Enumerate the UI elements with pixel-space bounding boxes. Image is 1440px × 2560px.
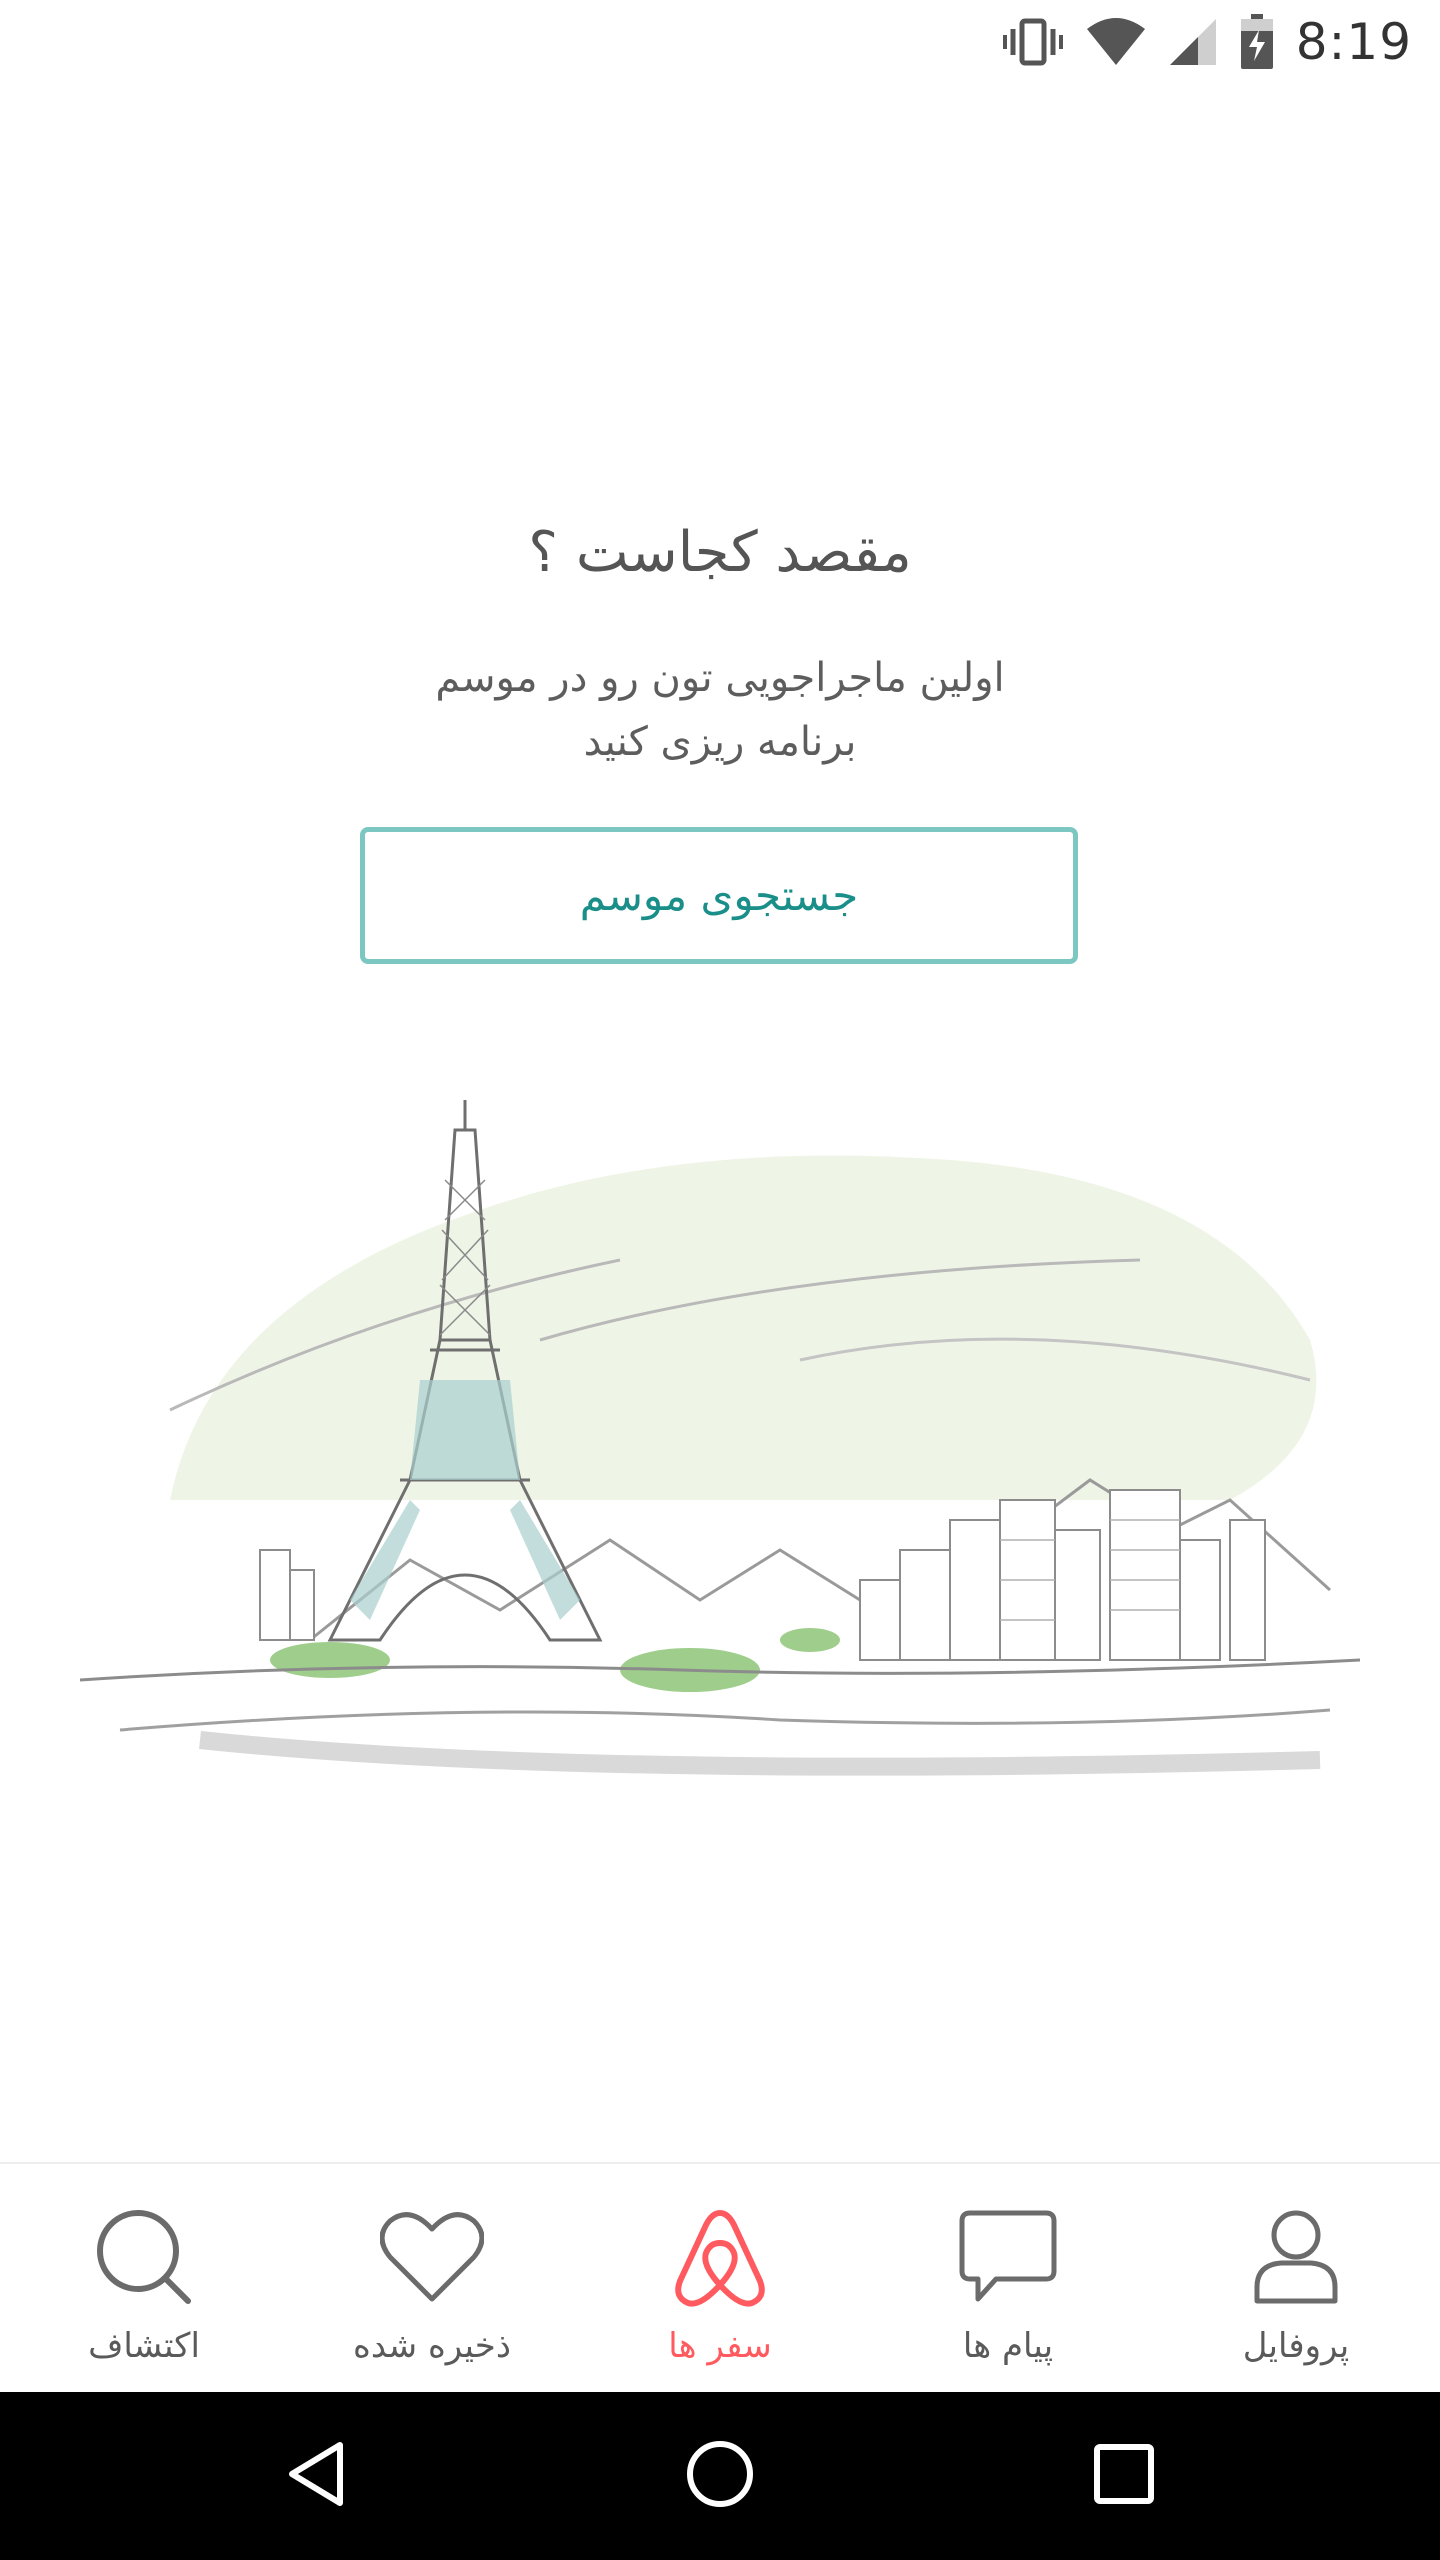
profile-icon: [1241, 2202, 1351, 2312]
airbnb-logo-icon: [665, 2202, 775, 2312]
bottom-nav: اکتشاف ذخیره شده سفر ها پیام ها پروفایل: [0, 2162, 1440, 2394]
nav-item-profile[interactable]: پروفایل: [1152, 2164, 1440, 2394]
status-icons: 8:19: [1002, 10, 1412, 74]
home-icon: [684, 2438, 756, 2514]
nav-label-trips: سفر ها: [668, 2326, 772, 2366]
recents-button[interactable]: [1024, 2392, 1224, 2560]
system-nav-bar: [0, 2392, 1440, 2560]
search-button-label: جستجوی موسم: [579, 871, 859, 920]
page-title: مقصد کجاست ؟: [528, 520, 912, 585]
search-icon: [89, 2202, 199, 2312]
subtitle-line-1: اولین ماجراجویی تون رو در موسم: [435, 655, 1005, 701]
status-bar: 8:19: [0, 0, 1440, 84]
subtitle-line-2: برنامه ریزی کنید: [583, 719, 857, 765]
nav-item-trips[interactable]: سفر ها: [576, 2164, 864, 2394]
recents-icon: [1092, 2442, 1156, 2510]
cell-signal-icon: [1168, 17, 1218, 67]
battery-charging-icon: [1240, 14, 1274, 70]
nav-label-saved: ذخیره شده: [353, 2326, 511, 2366]
home-button[interactable]: [620, 2392, 820, 2560]
nav-label-explore: اکتشاف: [88, 2326, 200, 2366]
nav-item-saved[interactable]: ذخیره شده: [288, 2164, 576, 2394]
search-button[interactable]: جستجوی موسم: [360, 827, 1078, 964]
back-button[interactable]: [216, 2392, 416, 2560]
paris-eiffel-tower-illustration: [79, 1080, 1380, 1800]
nav-label-profile: پروفایل: [1242, 2326, 1350, 2366]
nav-item-messages[interactable]: پیام ها: [864, 2164, 1152, 2394]
message-icon: [953, 2202, 1063, 2312]
nav-label-messages: پیام ها: [962, 2326, 1054, 2366]
heart-icon: [377, 2202, 487, 2312]
back-icon: [284, 2439, 348, 2513]
screen: 8:19 مقصد کجاست ؟ اولین ماجراجویی تون رو…: [0, 0, 1440, 2560]
vibrate-icon: [1002, 17, 1064, 67]
status-time: 8:19: [1295, 13, 1412, 71]
wifi-icon: [1086, 17, 1146, 67]
nav-item-explore[interactable]: اکتشاف: [0, 2164, 288, 2394]
empty-state-subtitle: اولین ماجراجویی تون رو در موسم برنامه ری…: [420, 646, 1020, 774]
